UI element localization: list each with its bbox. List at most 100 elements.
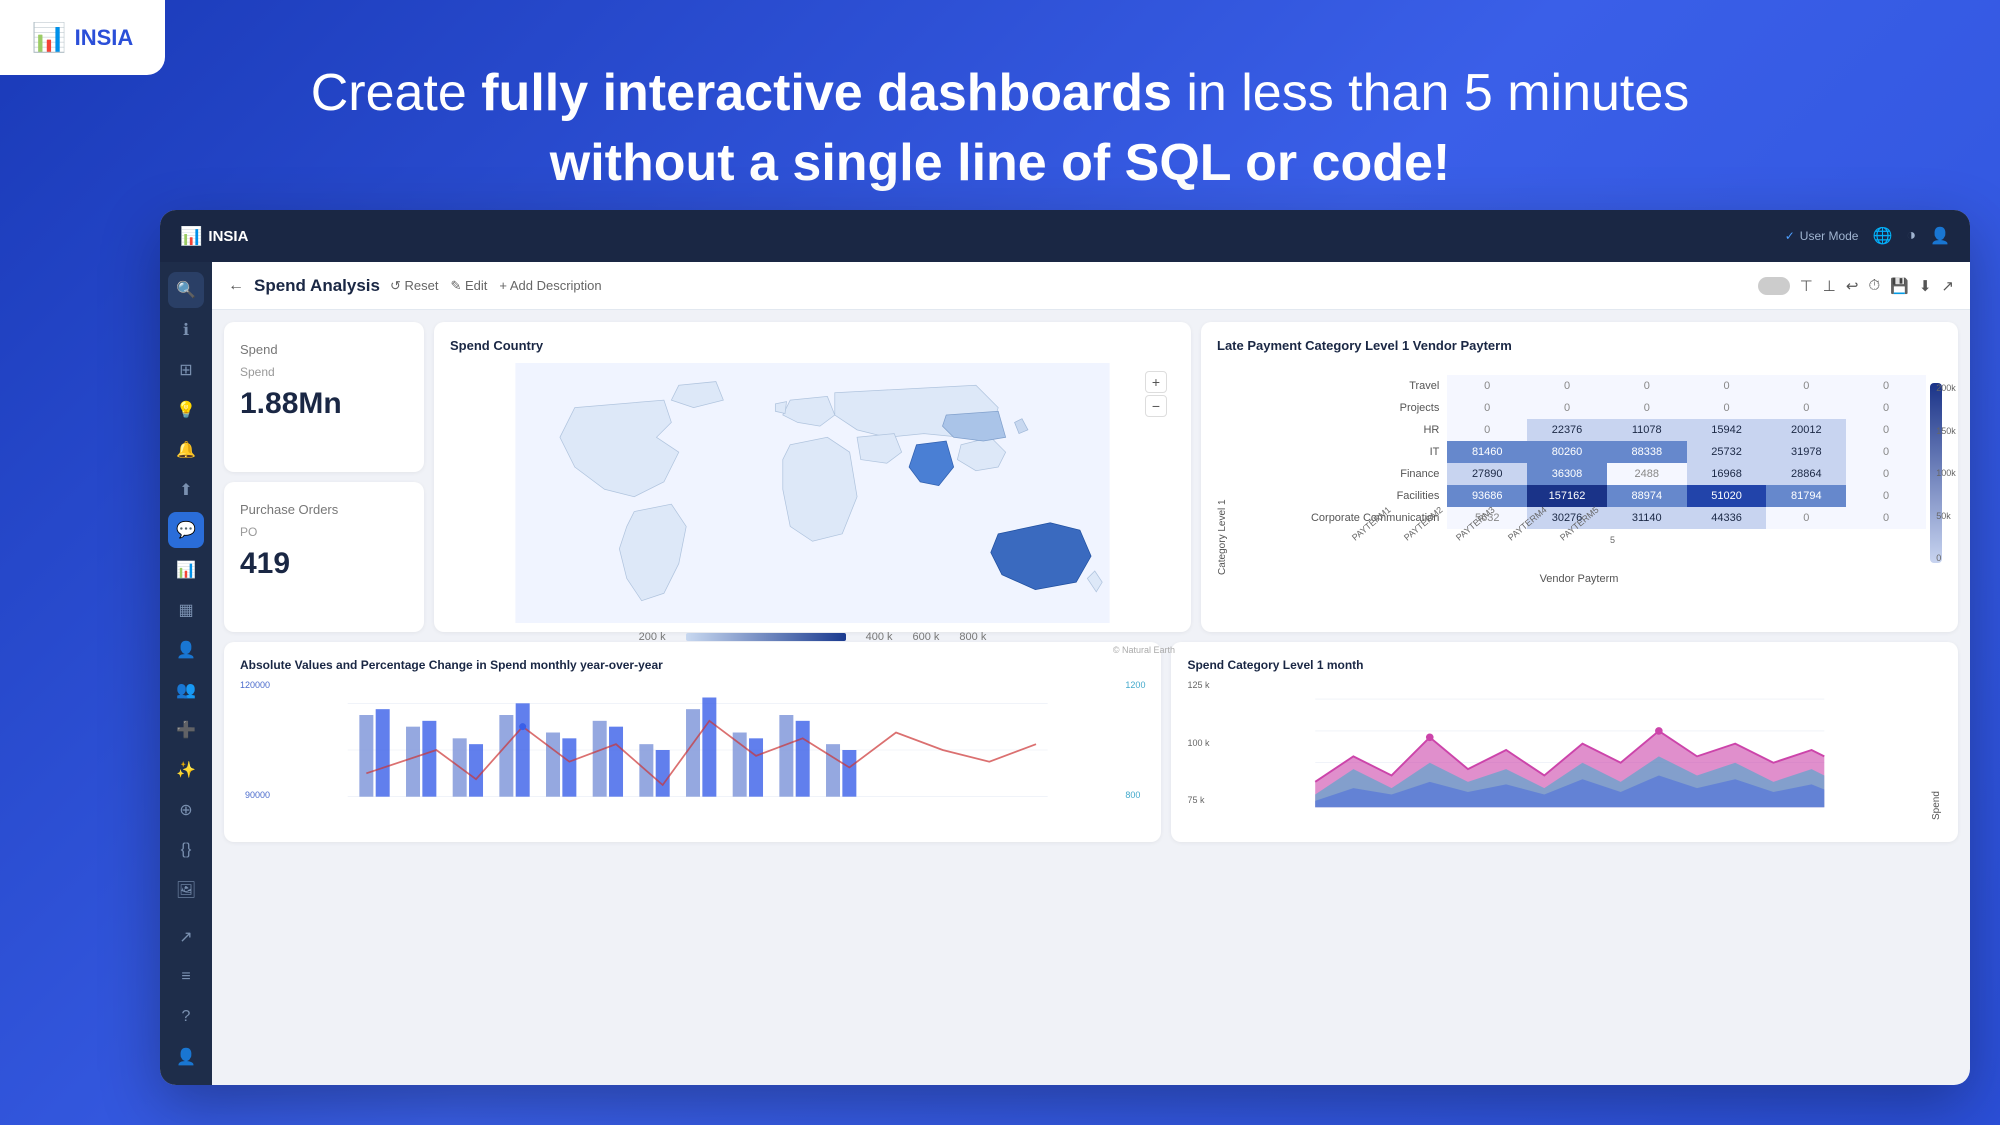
- breadcrumb-right-actions: ⊤ ⊥ ↩ ⏱ 💾 ⬇ ↗: [1758, 277, 1954, 295]
- cell-travel-2: 0: [1527, 375, 1607, 397]
- spend-monthly-chart: Absolute Values and Percentage Change in…: [224, 642, 1161, 842]
- sidebar-item-search[interactable]: 🔍: [168, 272, 204, 308]
- zoom-in-button[interactable]: +: [1145, 371, 1167, 393]
- table-row: Facilities 93686 157162 88974 51020 8179…: [1232, 485, 1926, 507]
- sidebar-item-user-plus[interactable]: ➕: [168, 712, 204, 748]
- sidebar-item-person-arrow[interactable]: ↗: [168, 919, 204, 955]
- row-label-facilities: Facilities: [1232, 485, 1447, 507]
- logo-icon: 📊: [32, 21, 67, 54]
- hero-section: Create fully interactive dashboards in l…: [0, 60, 2000, 193]
- sidebar-item-image[interactable]: 🖼: [168, 872, 204, 908]
- row-label-it: IT: [1232, 441, 1447, 463]
- map-legend: 200 k 400 k 600 k 800 k: [450, 631, 1175, 643]
- sidebar-item-people[interactable]: 👥: [168, 672, 204, 708]
- filter-icon[interactable]: ⊤: [1800, 277, 1813, 295]
- row-label-finance: Finance: [1232, 463, 1447, 485]
- map-attribution: © Natural Earth: [450, 645, 1175, 655]
- sidebar-item-chat[interactable]: 💬: [168, 512, 204, 548]
- reset-button[interactable]: ↺ Reset: [390, 278, 438, 294]
- sidebar-item-bell[interactable]: 🔔: [168, 432, 204, 468]
- sidebar-item-list[interactable]: ≡: [168, 959, 204, 995]
- breadcrumb-actions: ↺ Reset ✎ Edit + Add Description: [390, 278, 602, 294]
- col-header-6: [1846, 363, 1926, 375]
- page-title: Spend Analysis: [254, 276, 380, 296]
- contrast-icon[interactable]: ◑: [1906, 227, 1916, 245]
- cell-it-4: 25732: [1687, 441, 1767, 463]
- user-mode-indicator: ✓ User Mode: [1785, 229, 1859, 243]
- cell-finance-2: 36308: [1527, 463, 1607, 485]
- cell-facilities-5: 81794: [1766, 485, 1846, 507]
- back-button[interactable]: ←: [228, 277, 244, 295]
- globe-icon[interactable]: 🌐: [1872, 226, 1892, 246]
- sidebar-item-magic[interactable]: ✨: [168, 752, 204, 788]
- sidebar-item-grid[interactable]: ⊞: [168, 352, 204, 388]
- col-header-3: [1607, 363, 1687, 375]
- table-row: IT 81460 80260 88338 25732 31978 0: [1232, 441, 1926, 463]
- heatmap-body: Category Level 1: [1217, 363, 1942, 585]
- map-zoom-controls: + −: [1145, 371, 1167, 417]
- cell-hr-1: 0: [1447, 419, 1527, 441]
- map-legend-bar: [686, 633, 846, 641]
- spend-kpi-card: Spend Spend 1.88Mn: [224, 322, 424, 472]
- zoom-out-button[interactable]: −: [1145, 395, 1167, 417]
- heatmap-table-container: Travel 0 0 0 0 0 0: [1232, 363, 1926, 585]
- share-icon[interactable]: ↗: [1941, 277, 1954, 295]
- hero-line2: without a single line of SQL or code!: [0, 133, 2000, 193]
- cell-projects-3: 0: [1607, 397, 1687, 419]
- table-row: Projects 0 0 0 0 0 0: [1232, 397, 1926, 419]
- cell-travel-1: 0: [1447, 375, 1527, 397]
- download-icon[interactable]: ⬇: [1919, 277, 1932, 295]
- map-card: Spend Country: [434, 322, 1191, 632]
- spend-y-label: Spend: [1931, 680, 1942, 820]
- filter-adjust-icon[interactable]: ⊥: [1823, 277, 1836, 295]
- cell-it-5: 31978: [1766, 441, 1846, 463]
- breadcrumb-bar: ← Spend Analysis ↺ Reset ✎ Edit + Add De…: [212, 262, 1970, 310]
- cell-hr-3: 11078: [1607, 419, 1687, 441]
- po-kpi-label: PO: [240, 525, 408, 539]
- cell-finance-5: 28864: [1766, 463, 1846, 485]
- payterm-labels: PAYTERM1 PAYTERM2 PAYTERM3 PAYTERM4 PAYT…: [1350, 535, 1926, 545]
- sidebar-item-table[interactable]: ▦: [168, 592, 204, 628]
- undo-icon[interactable]: ↩: [1846, 277, 1859, 295]
- cell-corp-3: 31140: [1607, 507, 1687, 529]
- spend-kpi-value: 1.88Mn: [240, 387, 408, 421]
- sidebar-item-user2[interactable]: 👤: [168, 1039, 204, 1075]
- bar-chart-svg: [278, 680, 1117, 820]
- sidebar-item-code[interactable]: {}: [168, 832, 204, 868]
- edit-button[interactable]: ✎ Edit: [450, 278, 487, 294]
- cell-hr-5: 20012: [1766, 419, 1846, 441]
- save-icon[interactable]: 💾: [1890, 277, 1909, 295]
- top-row: Spend Spend 1.88Mn Purchase Orders PO 41…: [224, 322, 1958, 632]
- cell-facilities-1: 93686: [1447, 485, 1527, 507]
- cell-corp-4: 44336: [1687, 507, 1767, 529]
- row-label-hr: HR: [1232, 419, 1447, 441]
- sidebar-item-help[interactable]: ?: [168, 999, 204, 1035]
- col-header-5: [1766, 363, 1846, 375]
- sidebar-item-chart[interactable]: 📊: [168, 552, 204, 588]
- user-icon[interactable]: 👤: [1930, 226, 1950, 246]
- map-container: + −: [450, 363, 1175, 623]
- cell-projects-5: 0: [1766, 397, 1846, 419]
- cell-hr-2: 22376: [1527, 419, 1607, 441]
- cell-travel-5: 0: [1766, 375, 1846, 397]
- cell-finance-1: 27890: [1447, 463, 1527, 485]
- cell-projects-4: 0: [1687, 397, 1767, 419]
- heatmap-title: Late Payment Category Level 1 Vendor Pay…: [1217, 338, 1942, 353]
- cell-it-6: 0: [1846, 441, 1926, 463]
- sidebar-item-upload[interactable]: ⬆: [168, 472, 204, 508]
- history-icon[interactable]: ⏱: [1868, 277, 1880, 294]
- add-desc-button[interactable]: + Add Description: [499, 278, 601, 293]
- cell-projects-2: 0: [1527, 397, 1607, 419]
- cell-hr-4: 15942: [1687, 419, 1767, 441]
- sidebar-item-layers[interactable]: ⊕: [168, 792, 204, 828]
- dashboard-window: 📊 INSIA ✓ User Mode 🌐 ◑ 👤 🔍 ℹ ⊞ 💡 🔔 ⬆ 💬 …: [160, 210, 1970, 1085]
- sidebar-item-info[interactable]: ℹ: [168, 312, 204, 348]
- cell-it-1: 81460: [1447, 441, 1527, 463]
- spend-category-chart: Spend Category Level 1 month 125 k 100 k…: [1171, 642, 1958, 842]
- logo-corner: 📊 INSIA: [0, 0, 165, 75]
- sidebar-item-person[interactable]: 👤: [168, 632, 204, 668]
- toggle-switch[interactable]: [1758, 277, 1790, 295]
- po-kpi-title: Purchase Orders: [240, 502, 408, 517]
- content-area: ← Spend Analysis ↺ Reset ✎ Edit + Add De…: [212, 262, 1970, 1085]
- sidebar-item-lightbulb[interactable]: 💡: [168, 392, 204, 428]
